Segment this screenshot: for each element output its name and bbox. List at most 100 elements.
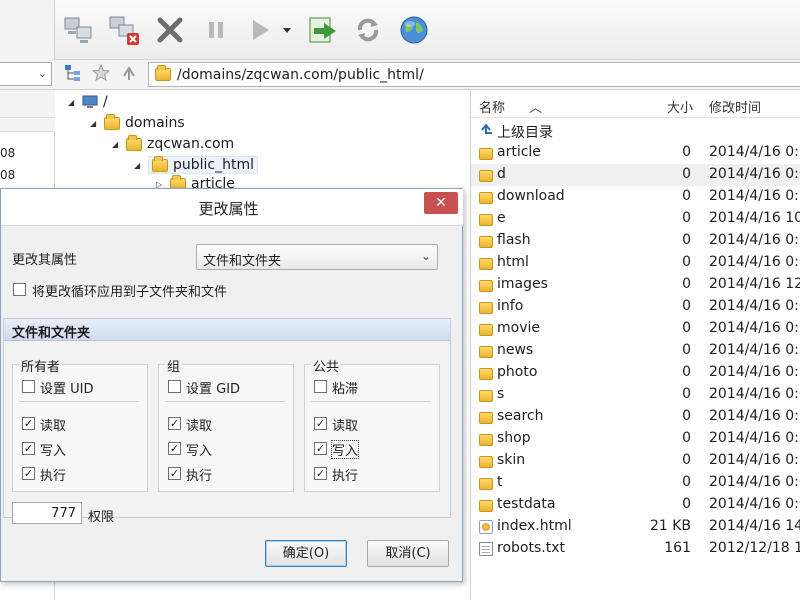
row-size: 0 [682, 188, 691, 204]
folder-icon [479, 214, 493, 226]
file-row[interactable]: images 0 2014/4/16 12: [471, 274, 800, 296]
tree-expanded-icon[interactable]: ◢ [112, 140, 122, 149]
row-date: 2014/4/16 0:0 [709, 496, 800, 512]
local-list-subheader [0, 118, 55, 132]
row-name: skin [497, 452, 526, 468]
column-header-date[interactable]: 修改时间 [709, 97, 761, 116]
disconnect-icon[interactable] [106, 12, 142, 48]
refresh-icon[interactable] [350, 12, 386, 48]
tree-node-public-html[interactable]: ◢ public_html [134, 155, 259, 174]
group-read-checkbox[interactable]: ✓ [168, 417, 181, 430]
column-header-name[interactable]: 名称 [479, 97, 505, 116]
play-icon[interactable] [242, 12, 278, 48]
owner-exec-checkbox[interactable]: ✓ [22, 467, 35, 480]
file-row[interactable]: movie 0 2014/4/16 0:2 [471, 318, 800, 340]
file-row[interactable]: article 0 2014/4/16 0:2 [471, 142, 800, 164]
tree-expanded-icon[interactable]: ◢ [134, 161, 144, 170]
local-list-value: 08 [0, 168, 16, 182]
column-header-size[interactable]: 大小 [667, 97, 693, 116]
group-title: 公共 [311, 356, 342, 375]
folder-icon [479, 368, 493, 380]
folder-icon [479, 302, 493, 314]
tree-selected-node[interactable]: public_html [148, 155, 259, 174]
sitemap-icon[interactable] [64, 64, 82, 82]
public-read-label: 读取 [332, 419, 359, 434]
public-exec-checkbox[interactable]: ✓ [314, 467, 327, 480]
sync-icon[interactable] [305, 12, 341, 48]
public-read-checkbox[interactable]: ✓ [314, 417, 327, 430]
row-name: shop [497, 430, 531, 446]
permission-value-input[interactable]: 777 [12, 502, 82, 524]
file-row[interactable]: html 0 2014/4/16 0:0 [471, 252, 800, 274]
bookmark-star-icon[interactable] [91, 63, 111, 82]
file-row[interactable]: robots.txt 161 2012/12/18 10 [471, 538, 800, 560]
owner-read-checkbox[interactable]: ✓ [22, 417, 35, 430]
cancel-button[interactable]: 取消(C) [367, 540, 449, 567]
row-size: 0 [682, 232, 691, 248]
file-row[interactable]: download 0 2014/4/16 0:2 [471, 186, 800, 208]
file-row[interactable]: testdata 0 2014/4/16 0:0 [471, 494, 800, 516]
group-exec-checkbox[interactable]: ✓ [168, 467, 181, 480]
globe-icon[interactable] [396, 12, 432, 48]
group-divider [165, 401, 285, 402]
change-target-select[interactable]: 文件和文件夹 ⌄ [196, 244, 438, 270]
recursive-checkbox[interactable] [13, 283, 26, 296]
file-row[interactable]: e 0 2014/4/16 10: [471, 208, 800, 230]
text-file-icon [479, 542, 493, 556]
file-row[interactable]: photo 0 2014/4/16 0:2 [471, 362, 800, 384]
public-write-checkbox[interactable]: ✓ [314, 442, 327, 455]
row-size: 21 KB [649, 518, 691, 534]
dialog-close-button[interactable]: ✕ [424, 192, 458, 214]
tree-node-zqcwan[interactable]: ◢ zqcwan.com [112, 134, 234, 152]
play-dropdown-icon[interactable] [280, 12, 294, 48]
owner-setuid-checkbox[interactable] [22, 380, 35, 393]
tree-expanded-icon[interactable]: ◢ [68, 98, 78, 107]
row-name: article [497, 144, 541, 160]
group-setgid-checkbox[interactable] [168, 380, 181, 393]
file-row[interactable]: search 0 2014/4/16 0:2 [471, 406, 800, 428]
group-divider [311, 401, 431, 402]
owner-write-label: 写入 [40, 444, 67, 459]
up-arrow-icon[interactable] [120, 64, 138, 82]
ok-button[interactable]: 确定(O) [265, 540, 347, 567]
left-drive-combo[interactable]: ⌄ [0, 62, 52, 86]
path-input[interactable]: /domains/zqcwan.com/public_html/ [148, 62, 800, 87]
tree-expanded-icon[interactable]: ◢ [90, 119, 100, 128]
row-name: e [497, 210, 506, 226]
folder-icon [479, 324, 493, 336]
file-row[interactable]: info 0 2014/4/16 0:0 [471, 296, 800, 318]
connect-icon[interactable] [62, 12, 98, 48]
group-write-checkbox[interactable]: ✓ [168, 442, 181, 455]
parent-directory-row[interactable]: 上级目录 [471, 120, 800, 142]
row-name: testdata [497, 496, 556, 512]
owner-write-checkbox[interactable]: ✓ [22, 442, 35, 455]
public-sticky-checkbox[interactable] [314, 380, 327, 393]
chevron-down-icon: ⌄ [37, 67, 47, 80]
cancel-transfer-icon[interactable] [152, 12, 188, 48]
group-exec-label: 执行 [186, 469, 213, 484]
file-row[interactable]: shop 0 2014/4/16 0:2 [471, 428, 800, 450]
change-target-value: 文件和文件夹 [203, 254, 282, 269]
folder-icon [152, 155, 168, 172]
file-row[interactable]: index.html 21 KB 2014/4/16 14: [471, 516, 800, 538]
dialog-title: 更改属性 [198, 200, 259, 218]
pause-icon[interactable] [198, 12, 234, 48]
folder-icon [479, 258, 493, 270]
file-row[interactable]: t 0 2014/4/16 0:0 [471, 472, 800, 494]
row-size: 0 [682, 474, 691, 490]
row-size: 0 [682, 342, 691, 358]
folder-icon [155, 65, 171, 81]
file-row[interactable]: d 0 2014/4/16 0:0 [471, 164, 800, 186]
tree-node-domains[interactable]: ◢ domains [90, 113, 185, 131]
row-size: 0 [682, 298, 691, 314]
file-row[interactable]: news 0 2014/4/16 0:2 [471, 340, 800, 362]
chevron-down-icon: ⌄ [420, 249, 431, 263]
file-list-header: 名称 ︿ 大小 修改时间 [471, 90, 800, 118]
row-name: t [497, 474, 503, 490]
tree-node-root[interactable]: ◢ / [68, 94, 108, 110]
file-row[interactable]: flash 0 2014/4/16 0:2 [471, 230, 800, 252]
file-row[interactable]: s 0 2014/4/16 0:0 [471, 384, 800, 406]
folder-icon [479, 478, 493, 490]
row-size: 0 [682, 408, 691, 424]
file-row[interactable]: skin 0 2014/4/16 0:2 [471, 450, 800, 472]
